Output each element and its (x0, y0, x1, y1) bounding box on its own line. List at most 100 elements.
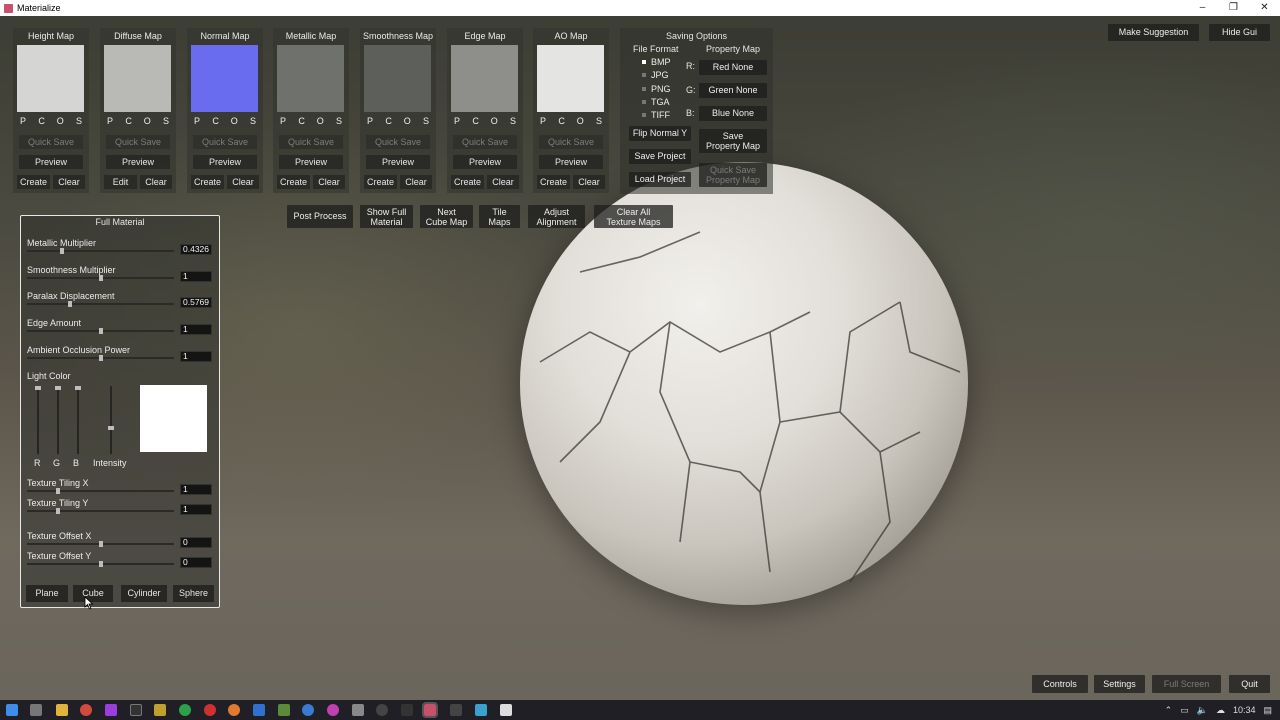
app-ds-icon[interactable] (401, 704, 413, 716)
slider-handle[interactable] (98, 561, 103, 567)
quit-button[interactable]: Quit (1229, 675, 1270, 693)
preview-button[interactable]: Preview (453, 155, 517, 169)
restore-button[interactable]: ❐ (1218, 0, 1249, 16)
app-dark-icon[interactable] (130, 704, 142, 716)
blue-channel-select[interactable]: Blue None (699, 106, 767, 121)
red-channel-select[interactable]: Red None (699, 60, 767, 75)
map-c-toggle[interactable]: C (296, 116, 308, 126)
map-p-toggle[interactable]: P (104, 116, 116, 126)
cloud-icon[interactable]: ☁ (1216, 705, 1225, 716)
map-c-toggle[interactable]: C (123, 116, 135, 126)
slider-handle[interactable] (59, 248, 64, 254)
format-radio-tga[interactable]: TGA (642, 97, 670, 107)
format-radio-tiff[interactable]: TIFF (642, 110, 670, 120)
create-button[interactable]: Edit (104, 175, 137, 189)
map-p-toggle[interactable]: P (537, 116, 549, 126)
slider-handle[interactable] (98, 274, 103, 281)
quick-save-property-map-button[interactable]: Quick Save Property Map (699, 163, 767, 187)
app-blue-icon[interactable] (302, 704, 314, 716)
load-project-button[interactable]: Load Project (629, 172, 691, 187)
material-preview-sphere[interactable] (520, 162, 968, 605)
vscode-icon[interactable] (253, 704, 265, 716)
format-radio-jpg[interactable]: JPG (642, 70, 669, 80)
preview-button[interactable]: Preview (19, 155, 83, 169)
quick-save-button[interactable]: Quick Save (106, 135, 170, 149)
tile-maps-button[interactable]: Tile Maps (479, 205, 520, 228)
create-button[interactable]: Create (17, 175, 50, 189)
map-p-toggle[interactable]: P (191, 116, 203, 126)
green-channel-select[interactable]: Green None (699, 83, 767, 98)
format-radio-png[interactable]: PNG (642, 84, 671, 94)
tiling-value-input-0[interactable]: 1 (180, 484, 212, 495)
map-p-toggle[interactable]: P (277, 116, 289, 126)
preview-button[interactable]: Preview (366, 155, 430, 169)
offset-slider-0[interactable] (27, 541, 174, 547)
create-button[interactable]: Create (451, 175, 484, 189)
map-p-toggle[interactable]: P (451, 116, 463, 126)
create-button[interactable]: Create (277, 175, 310, 189)
task-view-icon[interactable] (30, 704, 42, 716)
quick-save-button[interactable]: Quick Save (539, 135, 603, 149)
material-slider-4[interactable] (27, 354, 174, 361)
tiling-value-input-1[interactable]: 1 (180, 504, 212, 515)
slider-handle[interactable] (98, 328, 103, 335)
map-s-toggle[interactable]: S (507, 116, 519, 126)
clear-button[interactable]: Clear (487, 175, 519, 189)
firefox-icon[interactable] (228, 704, 240, 716)
make-suggestion-button[interactable]: Make Suggestion (1108, 24, 1199, 41)
app-magenta-icon[interactable] (327, 704, 339, 716)
clear-all-texture-maps-button[interactable]: Clear All Texture Maps (594, 205, 673, 228)
cylinder-button[interactable]: Cylinder (121, 585, 167, 602)
app-purple-icon[interactable] (105, 704, 117, 716)
offset-value-input-0[interactable]: 0 (180, 537, 212, 548)
light-color-swatch[interactable] (140, 385, 207, 452)
save-project-button[interactable]: Save Project (629, 149, 691, 164)
app-tool-icon[interactable] (154, 704, 166, 716)
flip-normal-y-button[interactable]: Flip Normal Y (629, 126, 691, 141)
light-b-slider[interactable] (75, 386, 81, 454)
light-intensity-slider[interactable] (108, 386, 114, 454)
next-cube-map-button[interactable]: Next Cube Map (420, 205, 473, 228)
map-s-toggle[interactable]: S (420, 116, 432, 126)
slider-handle[interactable] (55, 508, 60, 514)
slider-handle[interactable] (55, 488, 60, 494)
post-process-button[interactable]: Post Process (287, 205, 353, 228)
preview-button[interactable]: Preview (539, 155, 603, 169)
app-red-icon[interactable] (204, 704, 216, 716)
map-thumbnail[interactable] (191, 45, 258, 112)
material-value-input-2[interactable]: 0.5769 (180, 297, 212, 309)
adjust-alignment-button[interactable]: Adjust Alignment (528, 205, 585, 228)
map-c-toggle[interactable]: C (470, 116, 482, 126)
volume-icon[interactable]: 🔈 (1197, 705, 1208, 716)
preview-button[interactable]: Preview (193, 155, 257, 169)
material-value-input-0[interactable]: 0.4326 (180, 244, 212, 255)
create-button[interactable]: Create (191, 175, 224, 189)
light-g-slider[interactable] (55, 386, 61, 454)
slider-handle[interactable] (98, 541, 103, 547)
tray-chevron-icon[interactable]: ⌃ (1165, 705, 1173, 716)
close-button[interactable]: ✕ (1249, 0, 1280, 16)
create-button[interactable]: Create (537, 175, 570, 189)
map-thumbnail[interactable] (104, 45, 171, 112)
map-c-toggle[interactable]: C (210, 116, 222, 126)
material-slider-3[interactable] (27, 328, 174, 335)
map-p-toggle[interactable]: P (17, 116, 29, 126)
map-o-toggle[interactable]: O (401, 116, 413, 126)
map-s-toggle[interactable]: S (333, 116, 345, 126)
chrome-icon[interactable] (80, 704, 92, 716)
notifications-icon[interactable]: ▤ (1263, 705, 1272, 716)
map-thumbnail[interactable] (364, 45, 431, 112)
map-o-toggle[interactable]: O (228, 116, 240, 126)
photos-icon[interactable] (500, 704, 512, 716)
map-c-toggle[interactable]: C (556, 116, 568, 126)
tiling-slider-0[interactable] (27, 488, 174, 494)
clear-button[interactable]: Clear (227, 175, 259, 189)
sphere-button[interactable]: Sphere (173, 585, 214, 602)
map-o-toggle[interactable]: O (314, 116, 326, 126)
material-slider-1[interactable] (27, 274, 174, 281)
material-value-input-3[interactable]: 1 (180, 324, 212, 336)
offset-slider-1[interactable] (27, 561, 174, 567)
hide-gui-button[interactable]: Hide Gui (1209, 24, 1270, 41)
preview-button[interactable]: Preview (106, 155, 170, 169)
save-property-map-button[interactable]: Save Property Map (699, 129, 767, 153)
